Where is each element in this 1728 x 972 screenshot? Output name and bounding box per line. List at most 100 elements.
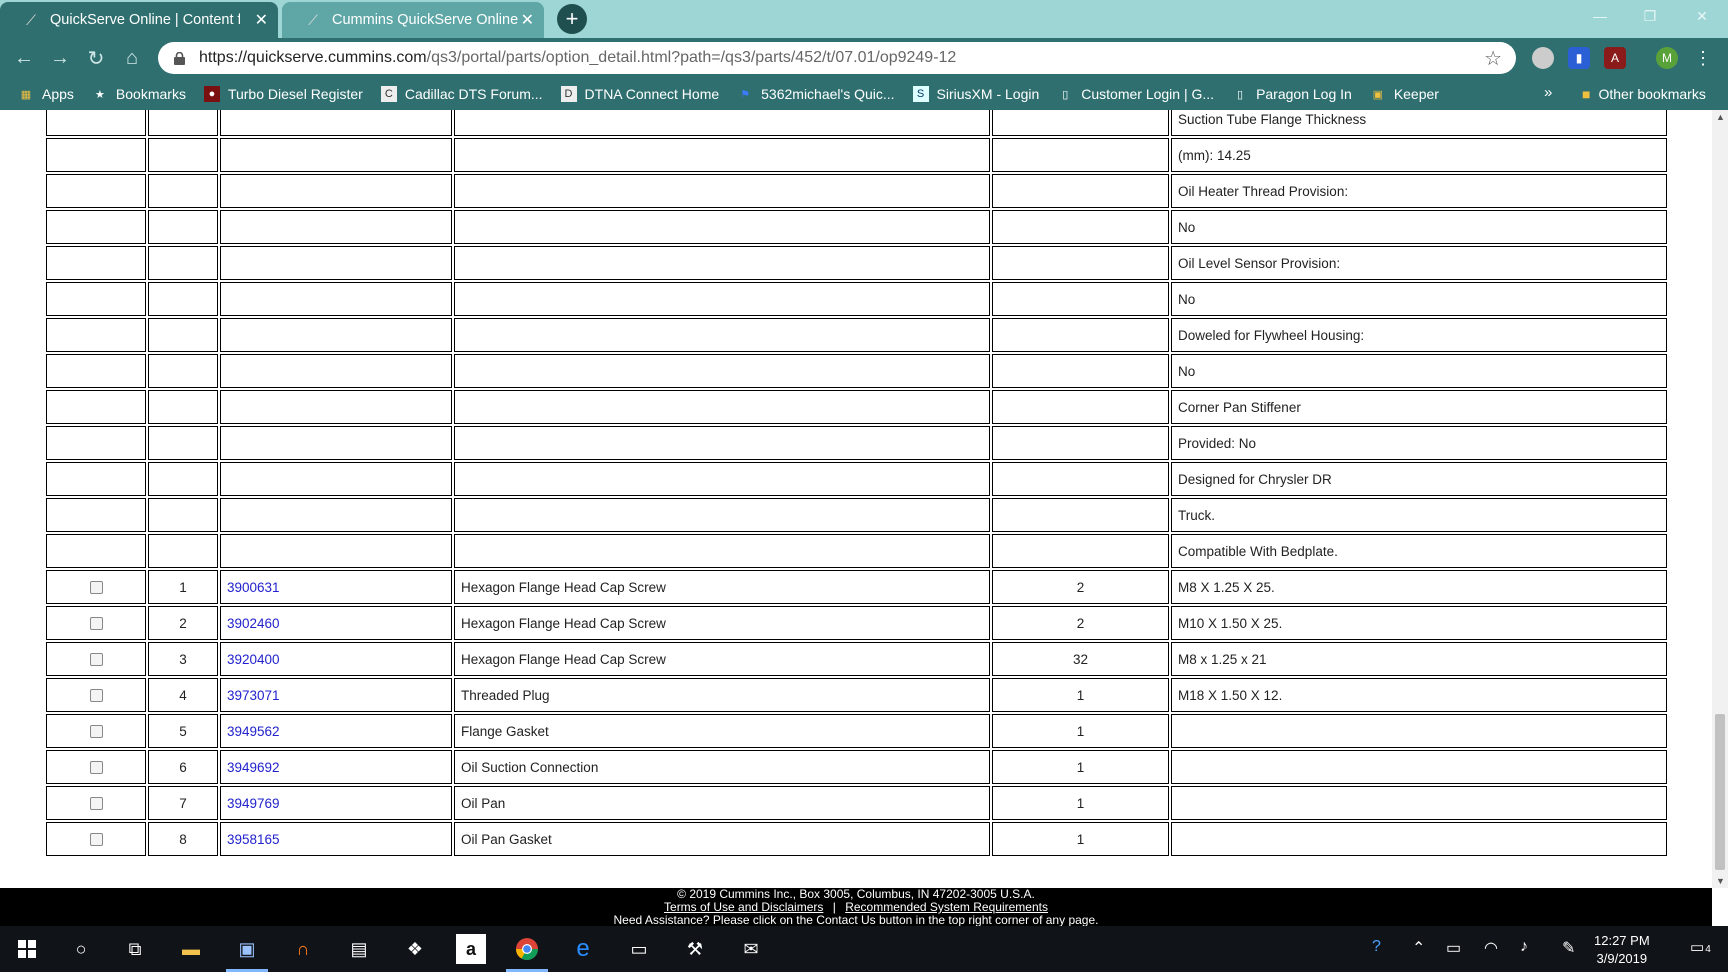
- select-part-checkbox[interactable]: [89, 725, 103, 739]
- select-cell: [46, 570, 146, 604]
- select-part-checkbox[interactable]: [89, 689, 103, 703]
- select-part-checkbox[interactable]: [89, 653, 103, 667]
- address-bar[interactable]: https://quickserve.cummins.com/qs3/porta…: [158, 42, 1516, 74]
- action-center-icon[interactable]: ▭4: [1690, 938, 1711, 956]
- reload-button[interactable]: ↻: [82, 44, 110, 72]
- part-number-link[interactable]: 3973071: [227, 688, 280, 703]
- chrome-icon[interactable]: [506, 934, 548, 972]
- audible-icon[interactable]: ∩: [288, 934, 318, 964]
- search-cortana-icon[interactable]: ○: [66, 934, 96, 964]
- select-cell: [46, 642, 146, 676]
- ref-cell: 2: [148, 606, 218, 640]
- back-button[interactable]: ←: [10, 44, 38, 72]
- bookmark-customer-login[interactable]: ▯ Customer Login | G...: [1057, 86, 1214, 102]
- battery-icon[interactable]: ▭: [1446, 938, 1461, 958]
- bookmark-keeper[interactable]: ▣ Keeper: [1370, 86, 1439, 102]
- task-view-icon[interactable]: ⧉: [120, 934, 150, 964]
- terminal-window-icon[interactable]: ▭: [624, 934, 654, 964]
- forward-button[interactable]: →: [46, 44, 74, 72]
- part-number-link[interactable]: 3958165: [227, 832, 280, 847]
- menu-kebab-icon[interactable]: ⋮: [1692, 47, 1714, 69]
- dropbox-icon[interactable]: ❖: [400, 934, 430, 964]
- spec-note-cell: Suction Tube Flange Thickness: [1171, 110, 1667, 136]
- spec-note-cell: Doweled for Flywheel Housing:: [1171, 318, 1667, 352]
- scrollbar-thumb[interactable]: [1715, 714, 1725, 870]
- close-window-button[interactable]: ✕: [1678, 0, 1726, 32]
- other-bookmarks[interactable]: ■ Other bookmarks: [1582, 86, 1706, 102]
- system-clock[interactable]: 12:27 PM 3/9/2019: [1594, 932, 1650, 968]
- network-computer-icon[interactable]: ▣: [226, 934, 268, 972]
- terms-link[interactable]: Terms of Use and Disclaimers: [664, 900, 823, 914]
- mail-icon[interactable]: ✉: [736, 934, 766, 964]
- tab-quickserve-content[interactable]: ⟋ QuickServe Online | Content for I ✕: [0, 2, 278, 38]
- bookmark-quickserve-michael[interactable]: ⚑ 5362michael's Quic...: [737, 86, 894, 102]
- select-part-checkbox[interactable]: [89, 797, 103, 811]
- help-icon[interactable]: ?: [1372, 938, 1381, 956]
- scroll-up-arrow-icon[interactable]: ▲: [1716, 112, 1725, 122]
- pen-workspace-icon[interactable]: ✎: [1562, 938, 1575, 958]
- bookmark-cadillac-dts[interactable]: C Cadillac DTS Forum...: [380, 86, 543, 102]
- ref-cell: [148, 498, 218, 532]
- select-part-checkbox[interactable]: [89, 581, 103, 595]
- tools-app-icon[interactable]: ⚒: [680, 934, 710, 964]
- bookmark-apps[interactable]: ▦ Apps: [18, 86, 74, 102]
- bookmark-bookmarks[interactable]: ★ Bookmarks: [92, 86, 186, 102]
- quantity-cell: 2: [992, 570, 1169, 604]
- select-part-checkbox[interactable]: [89, 617, 103, 631]
- extension-bookmark-icon[interactable]: ▮: [1568, 47, 1590, 69]
- new-tab-button[interactable]: +: [557, 4, 587, 34]
- ref-cell: [148, 426, 218, 460]
- part-number-link[interactable]: 3900631: [227, 580, 280, 595]
- quantity-cell: [992, 498, 1169, 532]
- internet-explorer-icon[interactable]: e: [568, 934, 598, 964]
- select-part-checkbox[interactable]: [89, 761, 103, 775]
- bookmark-dtna-connect[interactable]: D DTNA Connect Home: [560, 86, 719, 102]
- volume-icon[interactable]: ♪: [1520, 938, 1528, 956]
- part-number-cell: [220, 426, 452, 460]
- bookmark-star-icon[interactable]: ☆: [1484, 46, 1502, 71]
- acrobat-icon[interactable]: A: [1604, 47, 1626, 69]
- extension-circle-icon[interactable]: [1532, 47, 1554, 69]
- close-tab-icon[interactable]: ✕: [521, 10, 534, 30]
- amazon-icon[interactable]: a: [456, 934, 486, 964]
- page-icon: ▯: [1062, 88, 1069, 101]
- profile-avatar[interactable]: M: [1656, 47, 1678, 69]
- restore-button[interactable]: ❐: [1626, 0, 1674, 32]
- windows-start-icon[interactable]: [12, 934, 42, 964]
- bookmarks-overflow-button[interactable]: »: [1544, 84, 1552, 101]
- system-requirements-link[interactable]: Recommended System Requirements: [845, 900, 1048, 914]
- tab-cummins-quickserve[interactable]: ⟋ Cummins QuickServe Online ✕: [282, 2, 544, 38]
- ref-cell: 3: [148, 642, 218, 676]
- show-hidden-icons-chevron-icon[interactable]: ⌃: [1412, 938, 1425, 958]
- wifi-icon[interactable]: ◠: [1484, 938, 1498, 958]
- description-cell: Hexagon Flange Head Cap Screw: [454, 642, 990, 676]
- spec-note-cell: [1171, 714, 1667, 748]
- select-cell: [46, 606, 146, 640]
- scroll-down-arrow-icon[interactable]: ▼: [1716, 876, 1725, 886]
- spec-row: Suction Tube Flange Thickness: [46, 110, 1667, 136]
- minimize-button[interactable]: —: [1576, 0, 1624, 32]
- select-part-checkbox[interactable]: [89, 833, 103, 847]
- part-number-cell: [220, 210, 452, 244]
- part-number-link[interactable]: 3902460: [227, 616, 280, 631]
- close-tab-icon[interactable]: ✕: [255, 10, 268, 30]
- bookmark-turbo-diesel-register[interactable]: ● Turbo Diesel Register: [203, 86, 363, 102]
- home-button[interactable]: ⌂: [118, 44, 146, 72]
- flag-icon: ⚑: [740, 88, 751, 101]
- description-cell: [454, 462, 990, 496]
- quantity-cell: [992, 534, 1169, 568]
- file-explorer-icon[interactable]: ▬: [176, 934, 206, 964]
- folder-icon: ■: [1582, 86, 1591, 102]
- description-cell: [454, 498, 990, 532]
- store-bag-icon[interactable]: ▤: [344, 934, 374, 964]
- part-number-link[interactable]: 3949562: [227, 724, 280, 739]
- quantity-cell: 1: [992, 786, 1169, 820]
- clock-time: 12:27 PM: [1594, 933, 1650, 948]
- vertical-scrollbar[interactable]: ▲ ▼: [1712, 110, 1728, 888]
- bookmark-siriusxm[interactable]: S SiriusXM - Login: [912, 86, 1039, 102]
- bookmark-paragon[interactable]: ▯ Paragon Log In: [1232, 86, 1352, 102]
- part-number-link[interactable]: 3920400: [227, 652, 280, 667]
- part-number-link[interactable]: 3949692: [227, 760, 280, 775]
- part-number-link[interactable]: 3949769: [227, 796, 280, 811]
- quantity-cell: [992, 462, 1169, 496]
